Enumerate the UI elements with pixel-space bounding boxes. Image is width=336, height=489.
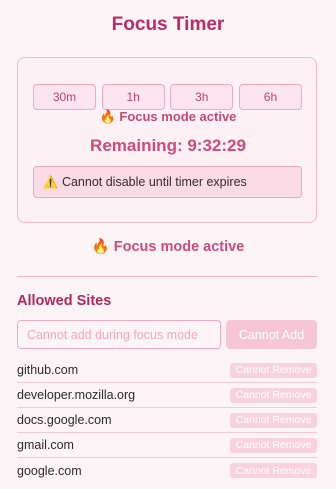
preset-3h-button[interactable]: 3h: [170, 84, 234, 110]
site-name: gmail.com: [17, 438, 74, 452]
remove-site-button[interactable]: Cannot Remove: [230, 387, 317, 403]
allowed-sites-list: github.com Cannot Remove developer.mozil…: [17, 358, 317, 483]
warning-icon: ⚠️: [43, 175, 58, 189]
remaining-time: Remaining: 9:32:29: [90, 136, 246, 155]
add-site-button[interactable]: Cannot Add: [226, 320, 317, 349]
site-name: developer.mozilla.org: [17, 388, 136, 402]
focus-status-text: 🔥 Focus mode active: [91, 239, 245, 255]
allowed-sites-title: Allowed Sites: [17, 293, 112, 309]
page-title: Focus Timer: [111, 14, 225, 35]
list-item: google.com Cannot Remove: [17, 458, 317, 483]
list-item: github.com Cannot Remove: [17, 358, 317, 383]
preset-6h-button[interactable]: 6h: [238, 84, 302, 110]
site-name: github.com: [17, 363, 79, 377]
preset-buttons: 30m 1h 3h 6h: [33, 84, 302, 110]
site-name: docs.google.com: [17, 413, 112, 427]
list-item: docs.google.com Cannot Remove: [17, 408, 317, 433]
remove-site-button[interactable]: Cannot Remove: [230, 412, 317, 428]
remove-site-button[interactable]: Cannot Remove: [230, 362, 317, 378]
warning-text: Cannot disable until timer expires: [61, 175, 247, 189]
divider: [17, 276, 317, 277]
remove-site-button[interactable]: Cannot Remove: [230, 437, 317, 453]
warning-banner: ⚠️ Cannot disable until timer expires: [33, 166, 302, 198]
list-item: developer.mozilla.org Cannot Remove: [17, 383, 317, 408]
site-name: google.com: [17, 463, 82, 478]
remove-site-button[interactable]: Cannot Remove: [230, 463, 317, 478]
focus-status: 🔥 Focus mode active: [99, 109, 237, 124]
list-item: gmail.com Cannot Remove: [17, 433, 317, 458]
add-site-input[interactable]: [17, 320, 221, 349]
preset-30m-button[interactable]: 30m: [33, 84, 96, 110]
timer-card: 30m 1h 3h 6h 🔥 Focus mode active Remaini…: [17, 57, 317, 223]
preset-1h-button[interactable]: 1h: [101, 84, 165, 110]
